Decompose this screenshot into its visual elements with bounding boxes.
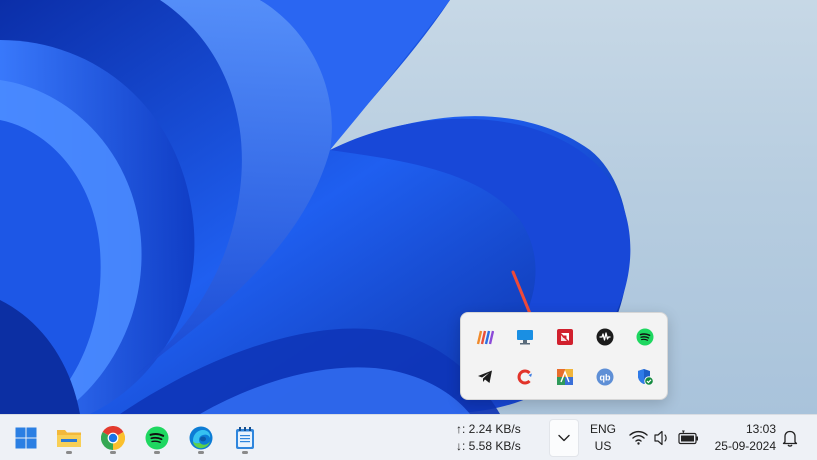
network-speed-meter[interactable]: ↑: 2.24 KB/s ↓: 5.58 KB/s	[456, 421, 536, 455]
spotify-icon	[145, 426, 169, 450]
windows-start-icon	[15, 427, 37, 449]
amd-icon[interactable]	[549, 321, 581, 353]
taskbar: ↑: 2.24 KB/s ↓: 5.58 KB/s ENG US 13:03 2…	[0, 414, 817, 460]
input-language-indicator[interactable]: ENG US	[584, 421, 622, 455]
chevron-down-icon	[558, 434, 570, 442]
battery-icon	[678, 430, 698, 445]
chrome-icon	[101, 426, 125, 450]
clock-date[interactable]: 13:03 25-09-2024	[706, 421, 776, 455]
windows-security-icon[interactable]	[629, 361, 661, 393]
monitor-icon[interactable]	[509, 321, 541, 353]
avast-icon[interactable]	[549, 361, 581, 393]
desktop-wallpaper	[0, 0, 817, 414]
edge-icon	[189, 426, 213, 450]
edge-button[interactable]	[183, 421, 219, 455]
file-explorer-button[interactable]	[51, 421, 87, 455]
keyboard-layout: US	[594, 439, 612, 453]
running-indicator	[66, 451, 72, 454]
language-code: ENG	[589, 422, 616, 436]
running-indicator	[154, 451, 160, 454]
quick-settings-button[interactable]	[628, 427, 700, 449]
spotify-button[interactable]	[139, 421, 175, 455]
stripes-app-icon[interactable]	[469, 321, 501, 353]
volume-icon	[654, 430, 667, 446]
download-speed: ↓: 5.58 KB/s	[456, 439, 521, 453]
notifications-button[interactable]	[781, 428, 799, 448]
red-arrow-annotation	[511, 270, 551, 362]
svg-text:qb: qb	[600, 373, 611, 383]
ccleaner-icon[interactable]	[509, 361, 541, 393]
wifi-icon	[629, 430, 648, 445]
notepad-icon	[236, 427, 254, 449]
bell-icon	[782, 430, 798, 447]
show-hidden-icons-button[interactable]	[549, 419, 579, 457]
start-button[interactable]	[8, 421, 44, 455]
running-indicator	[198, 451, 204, 454]
running-indicator	[110, 451, 116, 454]
chrome-button[interactable]	[95, 421, 131, 455]
running-indicator	[242, 451, 248, 454]
folder-icon	[57, 430, 81, 447]
telegram-icon[interactable]	[469, 361, 501, 393]
clock-date-text: 25-09-2024	[714, 439, 776, 453]
tray-overflow-flyout: qb	[460, 312, 668, 400]
qbittorrent-icon[interactable]: qb	[589, 361, 621, 393]
clock-time: 13:03	[745, 422, 776, 436]
audio-waveform-icon[interactable]	[589, 321, 621, 353]
notepad-button[interactable]	[227, 421, 263, 455]
upload-speed: ↑: 2.24 KB/s	[456, 422, 521, 436]
status-icons-group	[629, 430, 698, 446]
spotify-tray-icon[interactable]	[629, 321, 661, 353]
